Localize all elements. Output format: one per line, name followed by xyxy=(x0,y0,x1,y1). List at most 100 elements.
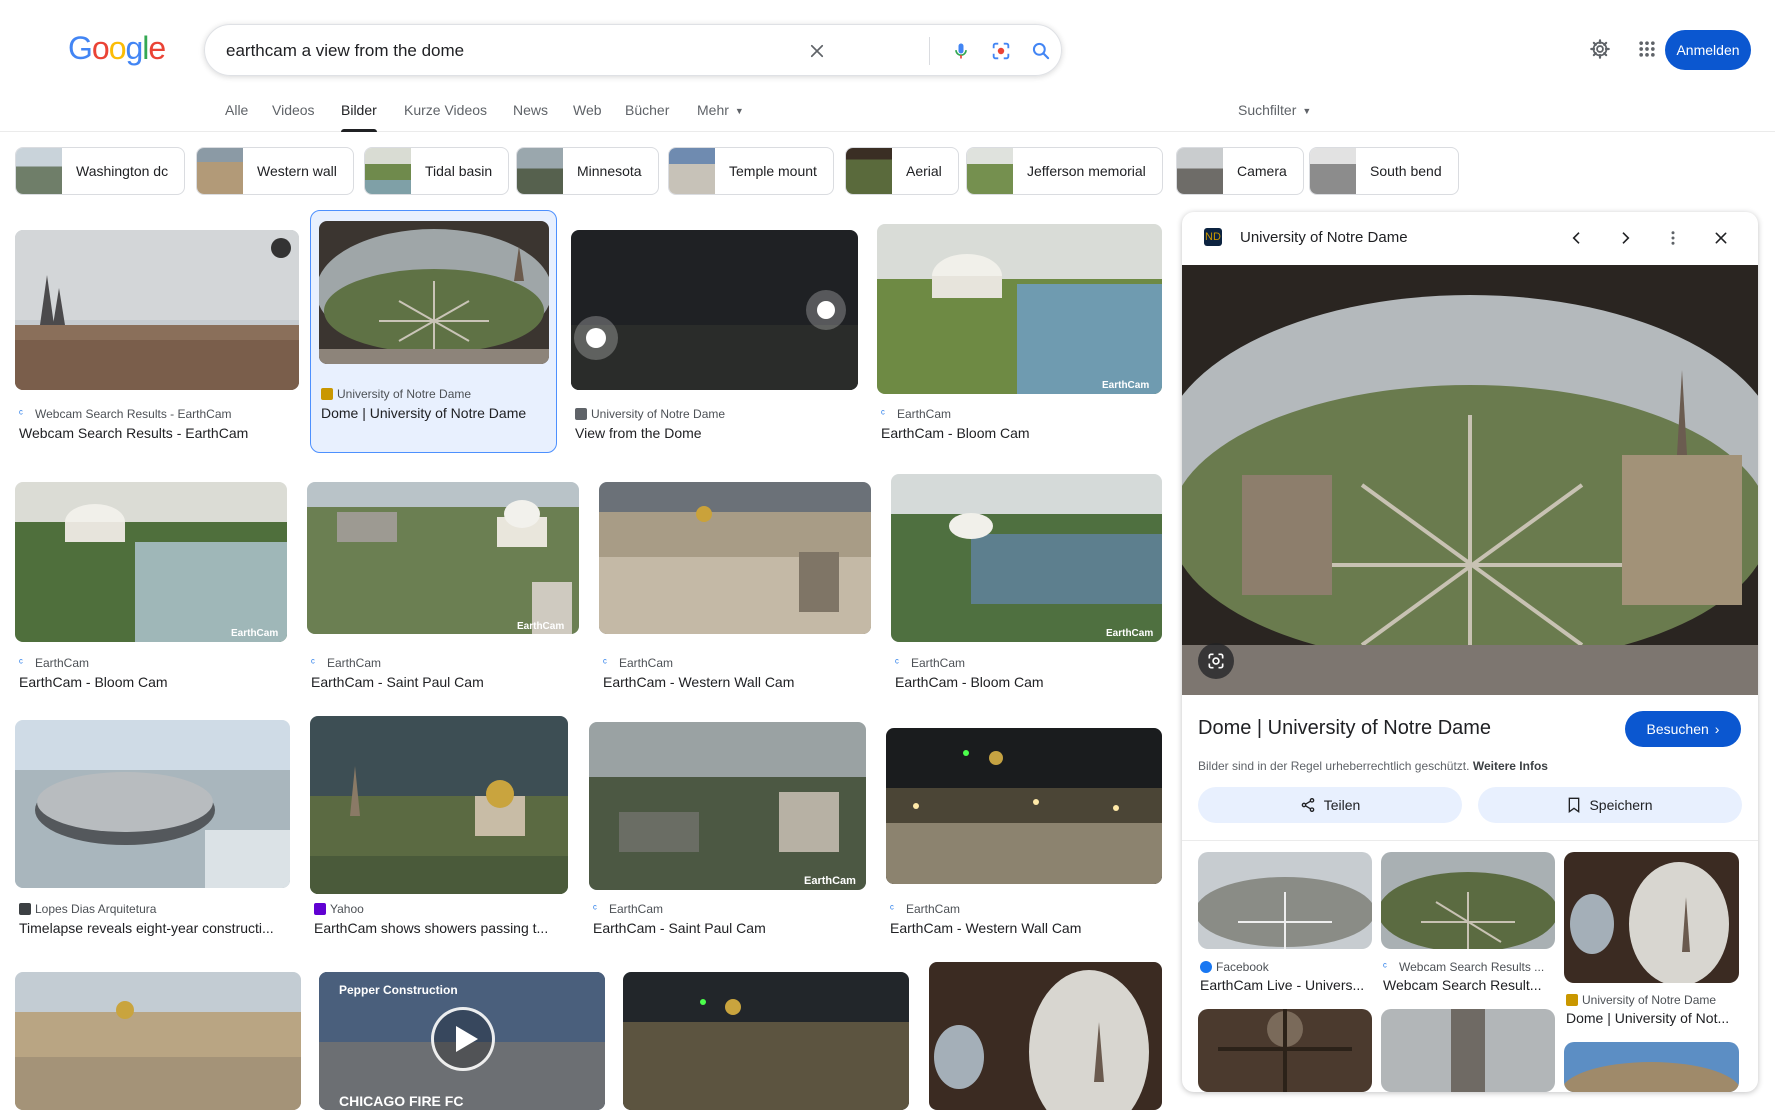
tab-news[interactable]: News xyxy=(513,102,548,132)
apps-grid-icon[interactable] xyxy=(1634,36,1660,62)
related-image[interactable] xyxy=(1198,1009,1372,1092)
chip-label: Minnesota xyxy=(577,163,642,179)
image-result-selected[interactable]: University of Notre Dame Dome | Universi… xyxy=(310,210,557,453)
close-icon[interactable] xyxy=(1709,226,1733,250)
chip-south-bend[interactable]: South bend xyxy=(1309,147,1459,195)
image-result[interactable]: ᶜ EarthCam EarthCam - Western Wall Cam xyxy=(599,470,871,698)
preview-image[interactable] xyxy=(1182,265,1758,695)
result-source-label: EarthCam xyxy=(327,656,382,670)
image-result[interactable]: ᶜ EarthCam EarthCam - Western Wall Cam xyxy=(886,716,1162,944)
image-result[interactable] xyxy=(15,962,301,1110)
result-title[interactable]: Dome | University of Notre Dame xyxy=(321,405,551,421)
result-thumbnail xyxy=(15,720,290,888)
search-input[interactable] xyxy=(226,39,876,63)
notre-dame-favicon: ND xyxy=(1204,228,1222,246)
chip-camera[interactable]: Camera xyxy=(1176,147,1304,195)
result-title[interactable]: EarthCam - Saint Paul Cam xyxy=(593,920,865,936)
image-result[interactable]: Lopes Dias Arquitetura Timelapse reveals… xyxy=(15,716,290,944)
image-result[interactable]: EarthCam ᶜ EarthCam EarthCam - Saint Pau… xyxy=(307,470,579,698)
result-source-label: EarthCam xyxy=(619,656,674,670)
save-label: Speichern xyxy=(1589,797,1653,813)
panel-site-name[interactable]: University of Notre Dame xyxy=(1240,229,1408,246)
video-result[interactable]: Pepper Construction CHICAGO FIRE FC xyxy=(319,962,605,1110)
chip-minnesota[interactable]: Minnesota xyxy=(516,147,659,195)
image-result[interactable]: EarthCam ᶜ EarthCam EarthCam - Saint Pau… xyxy=(589,716,866,944)
result-thumbnail: EarthCam xyxy=(307,482,579,634)
tab-web[interactable]: Web xyxy=(573,102,602,132)
camera-lens-icon[interactable] xyxy=(988,38,1014,64)
image-result[interactable]: ᶜ Webcam Search Results - EarthCam Webca… xyxy=(15,220,299,452)
related-image[interactable]: University of Notre Dame Dome | Universi… xyxy=(1564,852,1739,1030)
result-title[interactable]: EarthCam - Western Wall Cam xyxy=(890,920,1160,936)
tab-buecher[interactable]: Bücher xyxy=(625,102,669,132)
chip-jefferson-memorial[interactable]: Jefferson memorial xyxy=(966,147,1163,195)
lens-search-icon[interactable] xyxy=(1198,643,1234,679)
visit-button[interactable]: Besuchen › xyxy=(1625,711,1741,747)
chevron-right-icon[interactable] xyxy=(1613,226,1637,250)
result-title[interactable]: EarthCam - Saint Paul Cam xyxy=(311,674,577,690)
chip-label: South bend xyxy=(1370,163,1442,179)
chevron-left-icon[interactable] xyxy=(1565,226,1589,250)
copyright-text: Bilder sind in der Regel urheberrechtlic… xyxy=(1198,759,1470,773)
signin-button[interactable]: Anmelden xyxy=(1665,30,1751,70)
result-source: ᶜ EarthCam xyxy=(311,656,577,670)
tab-alle[interactable]: Alle xyxy=(225,102,248,132)
related-thumbnail xyxy=(1381,1009,1555,1092)
search-tools-button[interactable]: Suchfilter ▼ xyxy=(1238,102,1311,118)
chip-tidal-basin[interactable]: Tidal basin xyxy=(364,147,510,195)
earthcam-favicon: ᶜ xyxy=(19,408,23,420)
search-icon[interactable] xyxy=(1028,38,1054,64)
chip-washington-dc[interactable]: Washington dc xyxy=(15,147,186,195)
related-title[interactable]: Dome | University of Not... xyxy=(1566,1010,1738,1026)
lopes-dias-favicon xyxy=(19,903,31,915)
related-image[interactable]: Facebook EarthCam Live - Univers... xyxy=(1198,852,1372,997)
result-title[interactable]: Webcam Search Results - EarthCam xyxy=(19,425,295,441)
tab-videos[interactable]: Videos xyxy=(272,102,315,132)
settings-gear-icon[interactable] xyxy=(1587,36,1613,62)
image-result[interactable]: University of Notre Dame View from the D… xyxy=(571,220,858,452)
related-image[interactable] xyxy=(1381,1009,1555,1092)
clear-icon[interactable] xyxy=(804,38,830,64)
image-result[interactable] xyxy=(929,962,1162,1110)
chip-label: Aerial xyxy=(906,163,942,179)
result-title[interactable]: Timelapse reveals eight-year constructi.… xyxy=(19,920,289,936)
image-result[interactable]: EarthCam ᶜ EarthCam EarthCam - Bloom Cam xyxy=(891,470,1162,698)
chip-label: Western wall xyxy=(257,163,337,179)
google-logo[interactable]: Google xyxy=(68,30,166,67)
result-title[interactable]: EarthCam - Bloom Cam xyxy=(19,674,285,690)
play-icon[interactable] xyxy=(431,1007,495,1071)
result-thumbnail xyxy=(310,716,568,894)
result-source: ᶜ EarthCam xyxy=(19,656,285,670)
image-result[interactable]: EarthCam ᶜ EarthCam EarthCam - Bloom Cam xyxy=(15,470,287,698)
result-title[interactable]: View from the Dome xyxy=(575,425,855,441)
panel-image-title[interactable]: Dome | University of Notre Dame xyxy=(1198,717,1491,740)
save-button[interactable]: Speichern xyxy=(1478,787,1742,823)
result-title[interactable]: EarthCam - Bloom Cam xyxy=(881,425,1159,441)
share-button[interactable]: Teilen xyxy=(1198,787,1462,823)
chip-aerial[interactable]: Aerial xyxy=(845,147,959,195)
result-title[interactable]: EarthCam - Western Wall Cam xyxy=(603,674,869,690)
microphone-icon[interactable] xyxy=(948,38,974,64)
image-result[interactable] xyxy=(623,962,909,1110)
result-title[interactable]: EarthCam shows showers passing t... xyxy=(314,920,566,936)
chicago-fire-text: CHICAGO FIRE FC xyxy=(339,1093,463,1109)
image-result[interactable]: EarthCam ᶜ EarthCam EarthCam - Bloom Cam xyxy=(877,220,1162,452)
more-vert-icon[interactable] xyxy=(1661,226,1685,250)
related-image[interactable]: ᶜ Webcam Search Results ... Webcam Searc… xyxy=(1381,852,1555,997)
result-title[interactable]: EarthCam - Bloom Cam xyxy=(895,674,1160,690)
related-title[interactable]: Webcam Search Result... xyxy=(1383,977,1555,993)
related-title[interactable]: EarthCam Live - Univers... xyxy=(1200,977,1372,993)
tab-mehr[interactable]: Mehr ▼ xyxy=(697,102,744,132)
related-thumbnail xyxy=(1381,852,1555,949)
related-image[interactable] xyxy=(1564,1042,1739,1092)
chip-western-wall[interactable]: Western wall xyxy=(196,147,354,195)
tab-bilder[interactable]: Bilder xyxy=(341,102,377,132)
related-source: Facebook xyxy=(1200,960,1372,974)
chip-temple-mount[interactable]: Temple mount xyxy=(668,147,834,195)
image-result[interactable]: Yahoo EarthCam shows showers passing t..… xyxy=(310,716,568,944)
result-source-label: University of Notre Dame xyxy=(591,407,726,421)
tab-kurze-videos[interactable]: Kurze Videos xyxy=(404,102,487,132)
result-thumbnail: EarthCam xyxy=(15,482,287,642)
more-info-link[interactable]: Weitere Infos xyxy=(1473,759,1548,773)
earthcam-favicon: ᶜ xyxy=(895,657,899,669)
